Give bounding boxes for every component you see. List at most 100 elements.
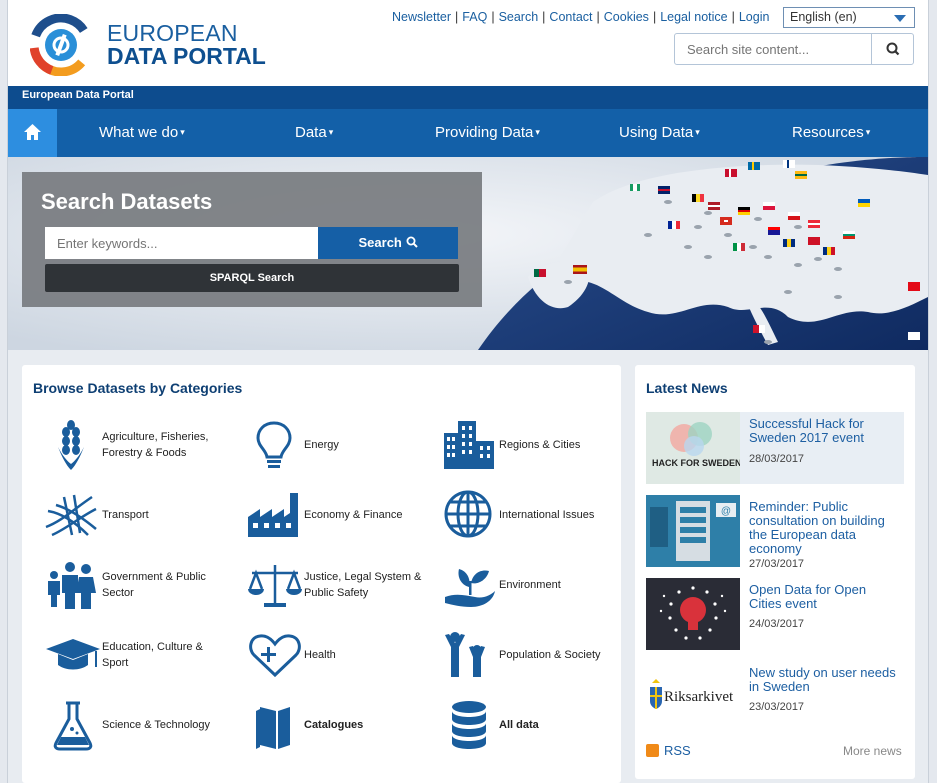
newsletter-link[interactable]: Newsletter: [392, 10, 451, 24]
nav-providing-data[interactable]: Providing Data ▾: [435, 124, 540, 141]
news-item[interactable]: Riksarkivet New study on user needs in S…: [646, 661, 904, 733]
category-all-data[interactable]: All data: [441, 697, 621, 757]
news-item[interactable]: HACK FOR SWEDEN Successful Hack for Swed…: [646, 412, 904, 484]
news-thumbnail-image: [646, 578, 740, 650]
category-label: Environment: [499, 579, 561, 591]
category-science[interactable]: Science & Technology: [44, 697, 234, 757]
rss-icon: [646, 744, 659, 757]
search-button[interactable]: Search: [318, 227, 458, 259]
home-button[interactable]: [8, 109, 57, 157]
news-title: Successful Hack for Sweden 2017 event: [749, 416, 864, 445]
category-international[interactable]: International Issues: [441, 487, 621, 547]
top-links: Newsletter | FAQ | Search | Contact | Cookie…: [392, 10, 770, 24]
category-agriculture[interactable]: Agriculture, Fisheries, Forestry & Foods: [44, 417, 234, 477]
news-item[interactable]: @ Reminder: Public consultation on build…: [646, 495, 904, 567]
globe-icon: [444, 490, 492, 538]
search-icon: [406, 236, 418, 248]
site-search-input[interactable]: [675, 34, 872, 64]
news-thumbnail-image: HACK FOR SWEDEN: [646, 412, 740, 484]
brand-line-2: DATA PORTAL: [107, 43, 266, 69]
news-date: 24/03/2017: [749, 618, 805, 630]
news-date: 23/03/2017: [749, 701, 805, 713]
category-label: Justice, Legal System & Public Safety: [304, 571, 422, 599]
family-icon: [48, 562, 96, 609]
category-label: Transport: [102, 509, 149, 521]
category-environment[interactable]: Environment: [441, 557, 621, 617]
news-date: 28/03/2017: [749, 453, 805, 465]
caret-down-icon: ▾: [535, 127, 540, 137]
latest-news-title: Latest News: [646, 380, 728, 396]
category-label: International Issues: [499, 509, 595, 521]
chevron-down-icon: [894, 15, 906, 22]
category-catalogues[interactable]: Catalogues: [246, 697, 436, 757]
category-regions[interactable]: Regions & Cities: [441, 417, 621, 477]
eu-portal-logo-icon[interactable]: [30, 14, 92, 76]
thumb-caption: Riksarkivet: [664, 689, 734, 705]
category-label: Government & Public Sector: [102, 571, 206, 599]
more-news-link[interactable]: More news: [843, 744, 902, 758]
home-icon: [24, 124, 41, 140]
category-label: All data: [499, 719, 539, 731]
category-government[interactable]: Government & Public Sector: [44, 557, 234, 617]
login-link[interactable]: Login: [739, 10, 770, 24]
faq-link[interactable]: FAQ: [462, 10, 487, 24]
news-item[interactable]: Open Data for Open Cities event 24/03/20…: [646, 578, 904, 650]
heart-icon: [249, 634, 301, 678]
portal-strip: European Data Portal: [8, 86, 928, 109]
buildings-icon: [444, 421, 494, 469]
news-thumbnail-image: @: [646, 495, 740, 567]
site-search: [674, 33, 914, 65]
main-nav: What we do ▾ Data ▾ Providing Data ▾ Using …: [8, 109, 928, 157]
category-label: Agriculture, Fisheries, Forestry & Foods: [102, 431, 209, 459]
category-education[interactable]: Education, Culture & Sport: [44, 627, 234, 687]
site-header: EUROPEAN DATA PORTAL Newsletter | FAQ | Se…: [8, 0, 928, 86]
graduation-cap-icon: [46, 639, 100, 670]
nav-what-we-do[interactable]: What we do ▾: [99, 124, 185, 141]
category-label: Science & Technology: [102, 719, 211, 731]
category-label: Economy & Finance: [304, 509, 403, 521]
contact-link[interactable]: Contact: [549, 10, 592, 24]
books-icon: [256, 707, 290, 749]
caret-down-icon: ▾: [180, 127, 185, 137]
category-label: Regions & Cities: [499, 439, 581, 451]
highway-icon: [45, 494, 97, 537]
category-label: Education, Culture & Sport: [102, 641, 203, 669]
category-label: Energy: [304, 439, 339, 451]
dataset-search-box: Search Datasets Search SPARQL Search: [22, 172, 482, 307]
hero-banner: Search Datasets Search SPARQL Search: [8, 157, 928, 350]
thumb-caption: HACK FOR SWEDEN: [652, 458, 740, 468]
caret-down-icon: ▾: [695, 127, 700, 137]
caret-down-icon: ▾: [328, 127, 334, 137]
nav-resources[interactable]: Resources ▾: [792, 124, 870, 141]
category-energy[interactable]: Energy: [246, 417, 436, 477]
category-economy[interactable]: Economy & Finance: [246, 487, 436, 547]
people-icon: [445, 632, 485, 677]
database-icon: [452, 701, 486, 749]
caret-down-icon: ▾: [865, 127, 871, 137]
category-label: Catalogues: [304, 719, 364, 731]
legal-notice-link[interactable]: Legal notice: [660, 10, 727, 24]
factory-icon: [248, 493, 298, 537]
nav-data[interactable]: Data ▾: [295, 124, 333, 141]
category-health[interactable]: Health: [246, 627, 436, 687]
lightbulb-icon: [256, 421, 292, 468]
category-transport[interactable]: Transport: [44, 487, 234, 547]
categories-panel: Browse Datasets by Categories Agricultur…: [22, 365, 621, 783]
sparql-search-button[interactable]: SPARQL Search: [45, 264, 459, 292]
plant-hand-icon: [445, 569, 495, 607]
keywords-input[interactable]: [45, 227, 318, 259]
category-justice[interactable]: Justice, Legal System & Public Safety: [246, 557, 436, 617]
language-value: English (en): [790, 10, 857, 24]
search-link[interactable]: Search: [499, 10, 539, 24]
search-icon[interactable]: [873, 34, 913, 64]
wheat-icon: [58, 420, 84, 470]
nav-using-data[interactable]: Using Data ▾: [619, 124, 700, 141]
news-title: Reminder: Public consultation on buildin…: [749, 499, 885, 556]
cookies-link[interactable]: Cookies: [604, 10, 649, 24]
news-date: 27/03/2017: [749, 558, 805, 567]
language-select[interactable]: English (en): [783, 7, 915, 28]
scales-icon: [248, 565, 302, 607]
news-title: New study on user needs in Sweden: [749, 665, 896, 694]
category-population[interactable]: Population & Society: [441, 627, 621, 687]
rss-link[interactable]: RSS: [646, 743, 691, 758]
